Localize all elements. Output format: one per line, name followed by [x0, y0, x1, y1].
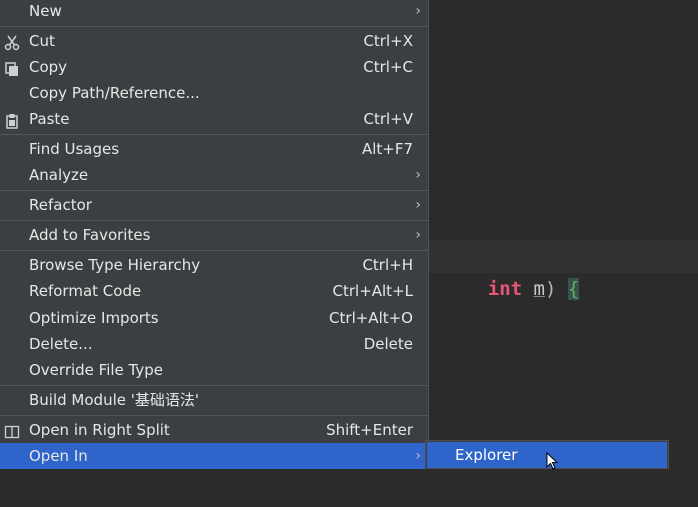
menu-item-shortcut: Ctrl+V [363, 110, 413, 128]
menu-separator [0, 415, 428, 416]
menu-item-label: Add to Favorites [29, 226, 151, 244]
keyword-int: int [487, 278, 523, 300]
context-menu: New › Cut Ctrl+X Copy Ctrl+C Copy Path/R… [0, 0, 429, 469]
menu-item-shortcut: Ctrl+H [362, 256, 413, 274]
scissors-icon [4, 33, 20, 51]
menu-item-label: Override File Type [29, 361, 163, 379]
menu-item-shortcut: Alt+F7 [361, 140, 413, 158]
menu-item-copy[interactable]: Copy Ctrl+C [0, 54, 428, 80]
menu-item-paste[interactable]: Paste Ctrl+V [0, 106, 428, 132]
menu-item-label: Open in Right Split [29, 421, 170, 439]
menu-item-label: Build Module '基础语法' [29, 391, 199, 409]
menu-item-label: Optimize Imports [29, 309, 159, 327]
code-line-signature[interactable]: int m) { [428, 240, 698, 300]
menu-item-label: Open In [29, 447, 88, 465]
menu-separator [0, 250, 428, 251]
param-m: m [533, 278, 545, 300]
menu-item-label: Delete... [29, 335, 93, 353]
menu-item-shortcut: Delete [363, 335, 413, 353]
menu-item-new[interactable]: New › [0, 0, 428, 24]
menu-item-reformat-code[interactable]: Reformat Code Ctrl+Alt+L [0, 278, 428, 304]
menu-item-override-file-type[interactable]: Override File Type [0, 357, 428, 383]
menu-item-copy-path[interactable]: Copy Path/Reference... [0, 80, 428, 106]
menu-item-find-usages[interactable]: Find Usages Alt+F7 [0, 136, 428, 162]
menu-item-delete[interactable]: Delete... Delete [0, 331, 428, 357]
menu-item-analyze[interactable]: Analyze › [0, 162, 428, 188]
menu-item-open-in[interactable]: Open In › [0, 443, 428, 469]
chevron-right-icon: › [415, 197, 421, 213]
code-line-println[interactable]: intln(n); [428, 408, 698, 468]
chevron-right-icon: › [415, 227, 421, 243]
chevron-right-icon: › [415, 167, 421, 183]
menu-item-shortcut: Ctrl+X [363, 32, 413, 50]
menu-item-label: Browse Type Hierarchy [29, 256, 201, 274]
menu-item-label: Find Usages [29, 140, 120, 158]
menu-separator [0, 190, 428, 191]
menu-item-cut[interactable]: Cut Ctrl+X [0, 28, 428, 54]
menu-item-refactor[interactable]: Refactor › [0, 192, 428, 218]
menu-item-shortcut: Ctrl+Alt+O [329, 309, 413, 327]
chevron-right-icon: › [415, 3, 421, 19]
menu-item-shortcut: Ctrl+C [363, 58, 413, 76]
menu-item-shortcut: Shift+Enter [326, 421, 413, 439]
menu-item-label: Paste [29, 110, 70, 128]
menu-item-browse-type-hierarchy[interactable]: Browse Type Hierarchy Ctrl+H [0, 252, 428, 278]
clipboard-icon [4, 111, 20, 129]
menu-item-shortcut: Ctrl+Alt+L [332, 282, 414, 300]
menu-item-add-to-favorites[interactable]: Add to Favorites › [0, 222, 428, 248]
submenu-item-label: Explorer [455, 446, 518, 464]
menu-item-label: Copy Path/Reference... [29, 84, 200, 102]
menu-separator [0, 134, 428, 135]
menu-item-label: New [29, 2, 62, 20]
menu-separator [0, 220, 428, 221]
menu-item-label: Reformat Code [29, 282, 142, 300]
menu-item-open-in-right-split[interactable]: Open in Right Split Shift+Enter [0, 417, 428, 443]
chevron-right-icon: › [415, 448, 421, 464]
menu-item-optimize-imports[interactable]: Optimize Imports Ctrl+Alt+O [0, 305, 428, 331]
menu-item-label: Refactor [29, 196, 92, 214]
menu-separator [0, 385, 428, 386]
menu-separator [0, 26, 428, 27]
menu-item-label: Copy [29, 58, 68, 76]
mouse-pointer-icon [546, 452, 559, 470]
code-editor[interactable]: int m) { intln(n); [428, 0, 698, 469]
copy-icon [4, 59, 20, 76]
menu-item-label: Cut [29, 32, 55, 50]
menu-item-build-module[interactable]: Build Module '基础语法' [0, 387, 428, 413]
menu-item-label: Analyze [29, 166, 89, 184]
paren-close: ) [545, 278, 557, 300]
split-icon [4, 422, 20, 439]
brace-open: { [567, 278, 580, 300]
